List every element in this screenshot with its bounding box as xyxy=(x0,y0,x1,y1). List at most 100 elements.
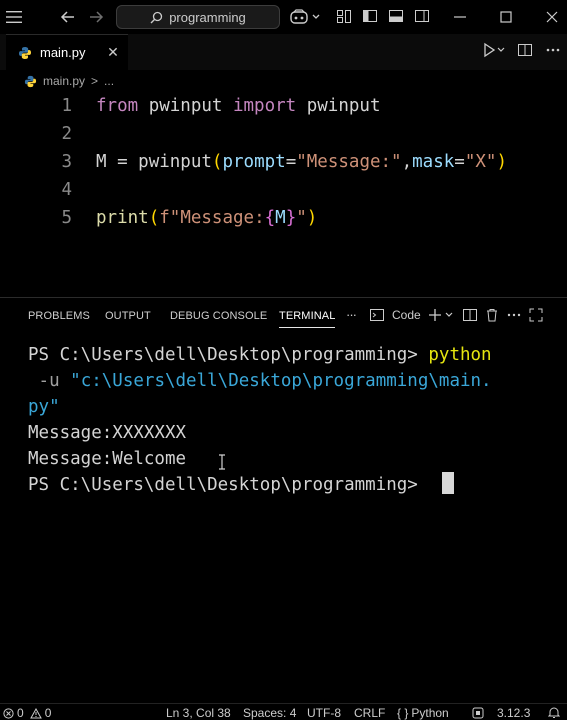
string-literal: "Message: xyxy=(169,208,265,228)
terminal-line: py" xyxy=(28,394,563,420)
paren-close: ) xyxy=(496,152,507,172)
terminal-line: Message:Welcome xyxy=(28,446,563,472)
search-text: programming xyxy=(169,9,246,25)
status-bar: 0 0 Ln 3, Col 38 Spaces: 4 UTF-8 CRLF { … xyxy=(0,703,567,720)
trash-icon[interactable] xyxy=(485,308,499,322)
customize-layout-icon[interactable] xyxy=(336,8,352,24)
indentation[interactable]: Spaces: 4 xyxy=(243,706,296,720)
terminal-output[interactable]: PS C:\Users\dell\Desktop\programming> py… xyxy=(28,342,563,498)
code-line: 1 from pwinput import pwinput xyxy=(0,92,567,120)
encoding[interactable]: UTF-8 xyxy=(307,706,341,720)
layout-controls xyxy=(336,8,430,24)
module-name: pwinput xyxy=(138,96,233,116)
python-file-icon xyxy=(24,75,37,88)
code-line: 4 xyxy=(0,176,567,204)
keyword-import: import xyxy=(232,96,297,116)
terminal-prompt: PS C:\Users\dell\Desktop\programming> xyxy=(28,345,429,365)
window-controls xyxy=(452,8,560,26)
terminal-path: "c:\Users\dell\Desktop\programming\main. xyxy=(70,371,492,391)
split-editor-icon[interactable] xyxy=(517,42,533,58)
equals: = xyxy=(454,152,465,172)
menu-icon[interactable] xyxy=(6,9,22,25)
maximize-panel-icon[interactable] xyxy=(529,308,543,322)
python-file-icon xyxy=(18,46,32,60)
terminal-line: -u "c:\Users\dell\Desktop\programming\ma… xyxy=(28,368,563,394)
fstring-prefix: f xyxy=(159,208,170,228)
terminal-profile-label[interactable]: Code xyxy=(392,308,421,322)
toggle-secondary-sidebar-icon[interactable] xyxy=(414,8,430,24)
terminal-command: python xyxy=(428,345,492,365)
back-arrow-icon[interactable] xyxy=(58,8,78,26)
maximize-icon[interactable] xyxy=(498,8,514,26)
terminal-icon xyxy=(370,308,384,322)
ibeam-cursor-icon xyxy=(218,454,226,470)
more-actions-icon[interactable] xyxy=(545,42,561,58)
breadcrumb-separator: > xyxy=(91,74,99,88)
breadcrumb-file[interactable]: main.py xyxy=(43,74,85,88)
split-terminal-icon[interactable] xyxy=(462,308,477,322)
terminal-flag: -u xyxy=(28,371,71,391)
forward-arrow-icon[interactable] xyxy=(86,8,106,26)
terminal-output-line: Message:Welcome xyxy=(28,449,187,469)
bottom-panel: PROBLEMS OUTPUT DEBUG CONSOLE TERMINAL ·… xyxy=(0,297,567,703)
run-python-icon[interactable] xyxy=(483,42,505,58)
minimize-icon[interactable] xyxy=(452,8,468,26)
code-editor[interactable]: 1 from pwinput import pwinput 2 3 M = pw… xyxy=(0,92,567,297)
tab-problems[interactable]: PROBLEMS xyxy=(28,310,90,322)
terminal-output-line: Message:XXXXXXX xyxy=(28,423,187,443)
tab-label: main.py xyxy=(40,45,86,60)
error-icon xyxy=(3,707,14,719)
string-literal: "Message:" xyxy=(296,152,402,172)
tab-terminal[interactable]: TERMINAL xyxy=(279,310,336,328)
paren-open: ( xyxy=(211,152,223,172)
paren-open: ( xyxy=(148,208,160,228)
function-print: print xyxy=(96,208,149,228)
problems-indicator[interactable]: 0 0 xyxy=(3,706,51,720)
cursor-position[interactable]: Ln 3, Col 38 xyxy=(166,706,231,720)
warning-icon xyxy=(29,707,42,719)
line-number: 4 xyxy=(61,180,72,200)
breadcrumb-more[interactable]: ... xyxy=(104,74,114,88)
code-line: 5 print(f"Message:{M}") xyxy=(0,204,567,232)
language-label: Python xyxy=(411,706,449,720)
end-of-line[interactable]: CRLF xyxy=(354,706,385,720)
panel-more-icon[interactable]: ··· xyxy=(346,307,357,322)
tab-close-icon[interactable]: ✕ xyxy=(106,45,120,59)
line-number: 3 xyxy=(61,152,72,172)
code-line: 3 M = pwinput(prompt="Message:",mask="X"… xyxy=(0,148,567,176)
error-count: 0 xyxy=(17,706,24,720)
terminal-line: Message:XXXXXXX xyxy=(28,420,563,446)
function-call: pwinput xyxy=(138,152,212,172)
string-literal: "X" xyxy=(464,152,497,172)
toggle-panel-icon[interactable] xyxy=(388,8,404,24)
comma: , xyxy=(401,152,413,172)
variable-m: M xyxy=(275,208,286,228)
breadcrumb: main.py > ... xyxy=(0,70,567,92)
close-icon[interactable] xyxy=(544,8,560,26)
copilot-icon[interactable] xyxy=(290,8,322,26)
python-version[interactable]: 3.12.3 xyxy=(497,706,530,720)
terminal-line: PS C:\Users\dell\Desktop\programming> py… xyxy=(28,342,563,368)
panel-actions: ··· Code xyxy=(346,307,543,322)
braces-icon: { } xyxy=(397,706,409,720)
variable-m: M xyxy=(96,152,107,172)
tab-output[interactable]: OUTPUT xyxy=(105,310,151,322)
editor-tab-bar: main.py ✕ xyxy=(0,34,567,70)
code-line: 2 xyxy=(0,120,567,148)
assign-op: = xyxy=(106,152,139,172)
tab-debug-console[interactable]: DEBUG CONSOLE xyxy=(170,310,267,322)
more-actions-icon[interactable] xyxy=(507,308,521,322)
equals: = xyxy=(285,152,297,172)
notifications-bell-icon[interactable] xyxy=(548,706,560,719)
brace-close: } xyxy=(285,208,297,228)
tab-main-py[interactable]: main.py ✕ xyxy=(6,34,128,70)
new-terminal-icon[interactable] xyxy=(428,308,455,322)
paren-close: ) xyxy=(306,208,318,228)
keyword-from: from xyxy=(96,96,139,116)
command-center-search[interactable]: programming xyxy=(116,5,280,29)
toggle-sidebar-icon[interactable] xyxy=(362,8,378,24)
python-env-icon[interactable] xyxy=(472,707,484,719)
terminal-cursor xyxy=(442,472,455,494)
terminal-line: PS C:\Users\dell\Desktop\programming> xyxy=(28,472,563,498)
language-mode[interactable]: { } Python xyxy=(397,706,449,720)
